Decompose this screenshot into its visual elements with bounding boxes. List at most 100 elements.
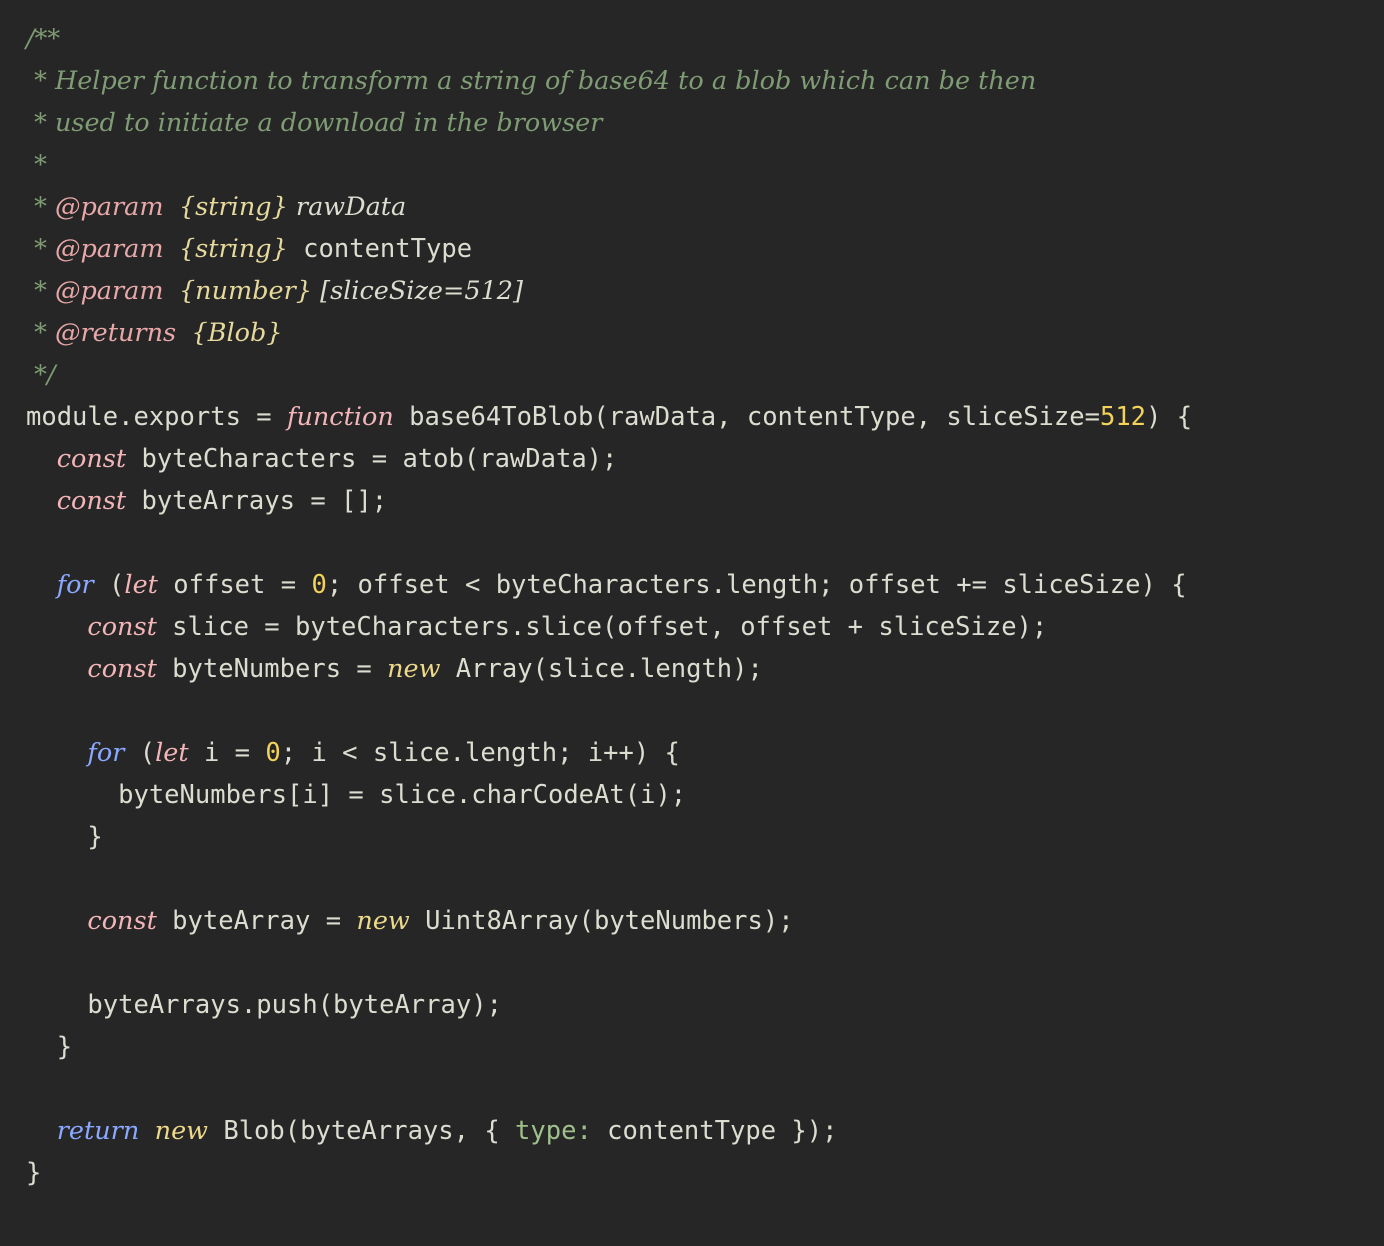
code-line: return new Blob(byteArrays, { type: cont… (26, 1110, 1192, 1152)
code-token: /** (26, 24, 61, 54)
code-token: @param (54, 192, 164, 222)
code-token: let (124, 570, 158, 600)
code-token: const (87, 906, 157, 936)
code-line: for (let i = 0; i < slice.length; i++) { (26, 732, 1192, 774)
code-line: const byteArray = new Uint8Array(byteNum… (26, 900, 1192, 942)
code-line: * @param {number} [sliceSize=512] (26, 270, 1192, 312)
code-token: let (155, 738, 189, 768)
code-line: */ (26, 354, 1192, 396)
code-token: @param (54, 276, 164, 306)
code-token: @returns (54, 318, 177, 348)
code-line: } (26, 816, 1192, 858)
code-token: * (26, 192, 55, 222)
code-token: i = (188, 738, 266, 768)
code-token: ; offset < byteCharacters.length; offset… (326, 570, 1187, 600)
code-token: byteArrays = []; (126, 486, 388, 516)
code-token: const (56, 486, 127, 516)
code-line: byteArrays.push(byteArray); (26, 984, 1192, 1026)
code-token: function (287, 402, 394, 432)
code-line: * Helper function to transform a string … (26, 60, 1192, 102)
code-token: slice = byteCharacters.slice(offset, off… (156, 612, 1048, 642)
code-token: @param (54, 234, 164, 264)
code-token: const (56, 444, 127, 474)
code-token: contentType }); (591, 1116, 838, 1146)
code-token: module.exports = (26, 402, 287, 432)
code-line: const byteArrays = []; (26, 480, 1192, 522)
code-line: * @param {string} contentType (26, 228, 1192, 270)
code-token: Blob(byteArrays, { (208, 1116, 516, 1146)
code-line: module.exports = function base64ToBlob(r… (26, 396, 1192, 438)
code-token: offset = (157, 570, 312, 600)
code-line: byteNumbers[i] = slice.charCodeAt(i); (26, 774, 1192, 816)
code-token: {Blob} (191, 318, 283, 348)
code-token: ) { (1146, 402, 1193, 432)
code-token: * (26, 318, 55, 348)
code-line: } (26, 1026, 1192, 1068)
code-token: new (154, 1116, 208, 1146)
code-token: {number} (178, 276, 313, 306)
code-token: * used to initiate a download in the bro… (26, 108, 603, 138)
code-token: } (26, 1032, 73, 1062)
code-token: type: (515, 1116, 592, 1146)
code-line: * (26, 144, 1192, 186)
code-token: * Helper function to transform a string … (26, 66, 1037, 96)
code-line: } (26, 1152, 1192, 1194)
code-editor[interactable]: /** * Helper function to transform a str… (0, 0, 1384, 1246)
code-token: ; i < slice.length; i++) { (280, 738, 680, 768)
code-token: new (387, 654, 441, 684)
code-token: byteCharacters = atob(rawData); (126, 444, 618, 474)
code-token: 0 (265, 738, 281, 768)
code-token: byteNumbers[i] = slice.charCodeAt(i); (26, 780, 687, 810)
code-token: contentType (287, 234, 473, 264)
code-token: * (26, 150, 47, 180)
code-token: new (356, 906, 410, 936)
code-token: * (26, 234, 55, 264)
code-token: [sliceSize=512] (312, 276, 523, 306)
code-token: for (56, 570, 94, 600)
code-token: 512 (1099, 402, 1147, 432)
code-token: } (26, 822, 103, 852)
code-line: * used to initiate a download in the bro… (26, 102, 1192, 144)
code-line: /** (26, 18, 1192, 60)
code-token: byteNumbers = (156, 654, 388, 684)
code-token: */ (26, 360, 56, 390)
code-line: * @param {string} rawData (26, 186, 1192, 228)
code-token: byteArray = (156, 906, 357, 936)
code-token: byteArrays.push(byteArray); (26, 990, 502, 1020)
code-token: Uint8Array(byteNumbers); (409, 906, 794, 936)
code-token: return (56, 1116, 140, 1146)
code-line: for (let offset = 0; offset < byteCharac… (26, 564, 1192, 606)
code-token: const (87, 612, 157, 642)
code-line: const slice = byteCharacters.slice(offse… (26, 606, 1192, 648)
code-line: * @returns {Blob} (26, 312, 1192, 354)
code-token: ( (93, 570, 125, 600)
code-token: ( (124, 738, 156, 768)
code-line: const byteNumbers = new Array(slice.leng… (26, 648, 1192, 690)
code-token: Array(slice.length); (440, 654, 763, 684)
code-token: * (26, 276, 55, 306)
code-token: {string} (178, 234, 288, 264)
code-token: for (87, 738, 125, 768)
code-token: {string} (178, 192, 288, 222)
code-block[interactable]: /** * Helper function to transform a str… (26, 18, 1192, 1194)
code-token: } (26, 1158, 42, 1188)
code-token: rawData (287, 192, 407, 222)
code-token: const (87, 654, 157, 684)
